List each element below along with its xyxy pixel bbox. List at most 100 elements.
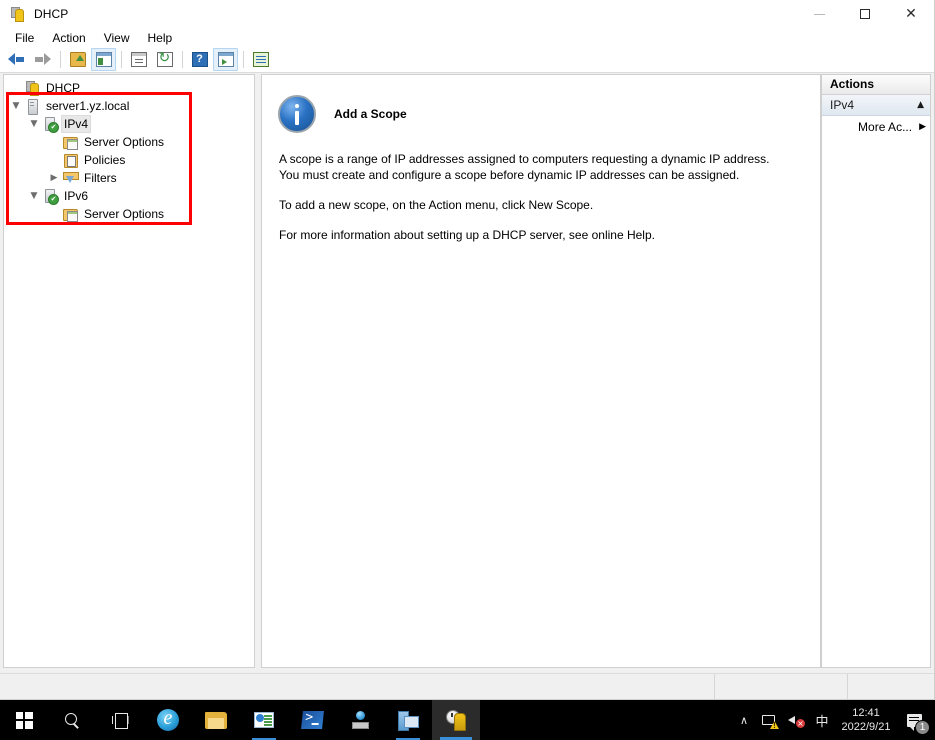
menu-bar: File Action View Help xyxy=(0,28,934,47)
toolbar-separator xyxy=(60,51,61,68)
back-arrow-icon xyxy=(8,53,25,66)
actions-group-ipv4[interactable]: IPv4 ▲ xyxy=(822,95,930,116)
help-topics-button[interactable] xyxy=(248,48,273,71)
server-options-icon xyxy=(62,206,78,222)
menu-file[interactable]: File xyxy=(6,29,43,47)
clock-date: 2022/9/21 xyxy=(842,720,891,734)
file-explorer-icon xyxy=(205,712,227,729)
tree-node-ipv6-server-options[interactable]: Server Options xyxy=(4,205,254,223)
windows-logo-icon xyxy=(16,712,33,729)
taskbar-clock[interactable]: 12:41 2022/9/21 xyxy=(835,700,897,740)
actions-pane: Actions IPv4 ▲ More Ac... ▶ xyxy=(821,74,931,668)
menu-action[interactable]: Action xyxy=(43,29,94,47)
tray-ime-button[interactable]: 中 xyxy=(809,700,835,740)
tree-node-label: Server Options xyxy=(81,206,167,222)
taskbar-powershell[interactable] xyxy=(288,700,336,740)
taskbar-server-manager[interactable] xyxy=(240,700,288,740)
toolbar-separator xyxy=(182,51,183,68)
info-icon xyxy=(278,95,316,133)
server-manager-icon xyxy=(254,712,274,728)
taskbar: ∧ 中 12:41 2022/9/21 1 xyxy=(0,700,935,740)
details-header: Add a Scope xyxy=(262,75,820,133)
dns-manager-icon xyxy=(350,711,370,729)
tree-node-label: Server Options xyxy=(81,134,167,150)
actions-group-label: IPv4 xyxy=(830,98,854,112)
status-segment-1 xyxy=(0,674,715,699)
system-tray: ∧ 中 12:41 2022/9/21 1 xyxy=(731,700,935,740)
work-area: DHCP ▼ server1.yz.local ▼ IPv4 Server Op… xyxy=(0,73,934,672)
powershell-icon xyxy=(301,711,324,729)
restore-button[interactable] xyxy=(842,0,888,28)
properties-button[interactable] xyxy=(126,48,151,71)
chevron-up-icon[interactable]: ▲ xyxy=(917,100,924,110)
taskbar-internet-explorer[interactable] xyxy=(144,700,192,740)
minimize-icon xyxy=(814,14,825,15)
task-view-button[interactable] xyxy=(96,700,144,740)
tree-node-server1[interactable]: ▼ server1.yz.local xyxy=(4,97,254,115)
details-paragraph-1: A scope is a range of IP addresses assig… xyxy=(279,151,784,183)
dhcp-console-window: DHCP ✕ File Action View Help xyxy=(0,0,935,700)
network-warning-icon xyxy=(762,713,778,727)
tree-twisty-expanded[interactable]: ▼ xyxy=(26,116,42,132)
console-tree-pane: DHCP ▼ server1.yz.local ▼ IPv4 Server Op… xyxy=(3,74,255,668)
details-paragraph-2: To add a new scope, on the Action menu, … xyxy=(279,197,784,213)
back-arrow-button[interactable] xyxy=(4,48,29,71)
help-book-icon xyxy=(253,52,269,67)
menu-view[interactable]: View xyxy=(95,29,139,47)
taskbar-file-server-tool[interactable] xyxy=(384,700,432,740)
menu-help[interactable]: Help xyxy=(139,29,182,47)
server-tool-icon xyxy=(398,711,419,729)
task-view-icon xyxy=(112,713,129,727)
tree-node-ipv6[interactable]: ▼ IPv6 xyxy=(4,187,254,205)
internet-explorer-icon xyxy=(157,709,179,731)
tree-node-filters[interactable]: ▶ Filters xyxy=(4,169,254,187)
tree-twisty[interactable] xyxy=(8,80,24,96)
protocol-ok-icon xyxy=(42,188,58,204)
tree-node-policies[interactable]: Policies xyxy=(4,151,254,169)
toolbar-separator xyxy=(243,51,244,68)
tree-node-ipv4[interactable]: ▼ IPv4 xyxy=(4,115,254,133)
console-tree: DHCP ▼ server1.yz.local ▼ IPv4 Server Op… xyxy=(4,75,254,223)
server-icon xyxy=(24,98,40,114)
question-mark-icon: ? xyxy=(192,52,208,67)
policies-icon xyxy=(62,152,78,168)
actions-item-more-actions[interactable]: More Ac... ▶ xyxy=(822,116,930,138)
status-segment-2 xyxy=(715,674,848,699)
actions-item-label: More Ac... xyxy=(858,120,912,134)
tree-twisty-expanded[interactable]: ▼ xyxy=(8,98,24,114)
server-options-icon xyxy=(62,134,78,150)
title-bar: DHCP ✕ xyxy=(0,0,934,28)
up-one-level-button[interactable] xyxy=(65,48,90,71)
tree-twisty-collapsed[interactable]: ▶ xyxy=(46,170,62,186)
taskbar-dhcp-console[interactable] xyxy=(432,700,480,740)
tray-volume-button[interactable] xyxy=(783,700,809,740)
tree-node-dhcp[interactable]: DHCP xyxy=(4,79,254,97)
details-paragraph-3: For more information about setting up a … xyxy=(279,227,784,243)
taskbar-file-explorer[interactable] xyxy=(192,700,240,740)
tree-node-label: Filters xyxy=(81,170,120,186)
tree-node-label: DHCP xyxy=(43,80,83,96)
clock-time: 12:41 xyxy=(852,706,880,720)
taskbar-dns-manager[interactable] xyxy=(336,700,384,740)
show-hide-tree-button[interactable] xyxy=(91,48,116,71)
volume-muted-icon xyxy=(788,713,804,727)
tray-network-button[interactable] xyxy=(757,700,783,740)
dhcp-app-icon xyxy=(9,6,25,22)
minimize-button[interactable] xyxy=(796,0,842,28)
help-button[interactable]: ? xyxy=(187,48,212,71)
tree-node-label: Policies xyxy=(81,152,128,168)
close-icon: ✕ xyxy=(905,7,917,21)
start-button[interactable] xyxy=(0,700,48,740)
tree-node-label: server1.yz.local xyxy=(43,98,132,114)
tray-overflow-button[interactable]: ∧ xyxy=(731,700,757,740)
tree-node-ipv4-server-options[interactable]: Server Options xyxy=(4,133,254,151)
search-icon xyxy=(64,712,80,728)
refresh-button[interactable] xyxy=(152,48,177,71)
tree-twisty-expanded[interactable]: ▼ xyxy=(26,188,42,204)
forward-arrow-button[interactable] xyxy=(30,48,55,71)
action-center-button[interactable]: 1 xyxy=(897,700,931,740)
search-button[interactable] xyxy=(48,700,96,740)
close-button[interactable]: ✕ xyxy=(888,0,934,28)
window-controls: ✕ xyxy=(796,0,934,28)
export-list-button[interactable] xyxy=(213,48,238,71)
